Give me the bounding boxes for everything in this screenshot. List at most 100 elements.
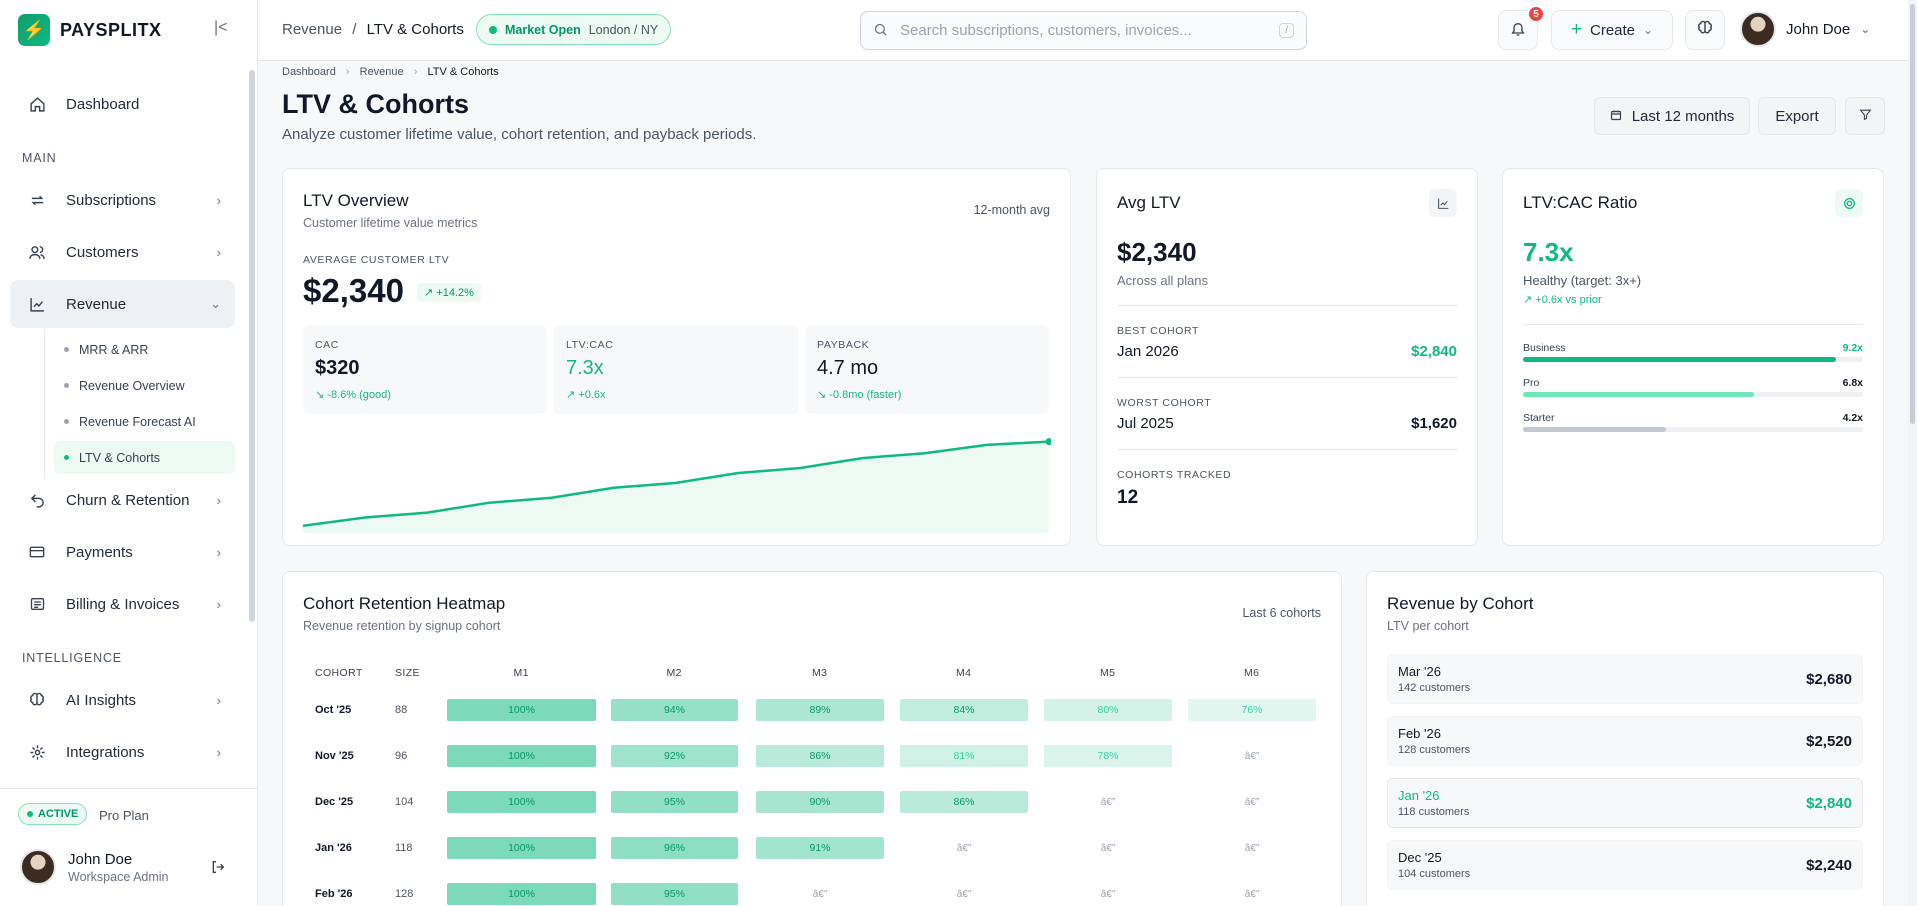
cohort-label: Oct '25 xyxy=(315,704,352,716)
sidebar-item-subscriptions[interactable]: Subscriptions › xyxy=(10,176,235,224)
date-range-button[interactable]: Last 12 months xyxy=(1594,97,1750,135)
revenue-by-cohort-card: Revenue by Cohort LTV per cohort Mar '26… xyxy=(1366,571,1884,906)
sidebar-item-revenue[interactable]: Revenue ⌄ xyxy=(10,280,235,328)
cohort-customers: 128 customers xyxy=(1398,744,1471,756)
sidebar-item-billing[interactable]: Billing & Invoices › xyxy=(10,580,235,628)
user-name: John Doe xyxy=(68,850,133,868)
subnav-ltv-cohorts[interactable]: LTV & Cohorts xyxy=(54,441,235,474)
trend-down-icon: ↘ xyxy=(315,389,325,401)
notifications-button[interactable]: 5 xyxy=(1498,5,1545,50)
col-month: M4 xyxy=(956,667,972,679)
card-title: LTV:CAC Ratio xyxy=(1523,193,1638,212)
sidebar-item-churn[interactable]: Churn & Retention › xyxy=(10,476,235,524)
cohorts-tracked-value: 12 xyxy=(1117,487,1139,508)
scroll-thumb[interactable] xyxy=(1910,4,1915,424)
chevron-right-icon: › xyxy=(216,744,221,760)
cohort-customers: 104 customers xyxy=(1398,868,1471,880)
sidebar-item-payments[interactable]: Payments › xyxy=(10,528,235,576)
sidebar-item-ai-insights[interactable]: AI Insights › xyxy=(10,676,235,724)
subnav-revenue-forecast[interactable]: Revenue Forecast AI xyxy=(54,405,235,438)
credit-card-icon xyxy=(28,543,46,561)
filter-button[interactable] xyxy=(1845,97,1885,135)
chart-icon xyxy=(1429,189,1457,217)
logout-icon[interactable] xyxy=(210,859,226,879)
heatmap-cell: 76% xyxy=(1188,699,1316,721)
plan-status-text: ACTIVE xyxy=(38,808,79,820)
cohort-size: 118 xyxy=(395,842,413,854)
subnav-revenue-overview[interactable]: Revenue Overview xyxy=(54,369,235,402)
sidebar-item-label: Dashboard xyxy=(66,95,140,113)
cohort-revenue-row[interactable]: Jan '26 118 customers $2,840 xyxy=(1387,778,1863,828)
ltv-overview-card: LTV Overview Customer lifetime value met… xyxy=(282,168,1071,546)
logo[interactable]: ⚡ PAYSPLITX xyxy=(18,14,162,46)
col-month: M6 xyxy=(1244,667,1260,679)
crumb-current: LTV & Cohorts xyxy=(366,21,464,38)
heatmap-empty-cell: â€” xyxy=(1244,750,1260,762)
breadcrumb-current: LTV & Cohorts xyxy=(427,66,499,78)
export-button[interactable]: Export xyxy=(1758,97,1836,135)
sidebar-item-label: Revenue xyxy=(66,295,127,313)
sidebar-item-dashboard[interactable]: Dashboard xyxy=(10,80,235,128)
bullet xyxy=(64,383,69,388)
sidebar-item-integrations[interactable]: Integrations › xyxy=(10,728,235,776)
sidebar-user[interactable]: John Doe Workspace Admin xyxy=(20,849,169,885)
ai-assistant-button[interactable] xyxy=(1685,10,1725,50)
col-month: M5 xyxy=(1100,667,1116,679)
plan-ratio-value: 6.8x xyxy=(1842,377,1863,389)
sidebar-item-label: Billing & Invoices xyxy=(66,595,180,613)
heatmap-empty-cell: â€” xyxy=(956,842,972,854)
subnav-label: LTV & Cohorts xyxy=(79,450,161,465)
heatmap-empty-cell: â€” xyxy=(1244,888,1260,900)
subnav-label: Revenue Overview xyxy=(79,378,185,393)
breadcrumb-item[interactable]: Revenue xyxy=(360,66,404,78)
cohort-revenue-row[interactable]: Dec '25 104 customers $2,240 xyxy=(1387,840,1863,890)
ltv-trend-chart xyxy=(303,438,1051,533)
plan-bar-track xyxy=(1523,427,1863,432)
cohort-label: Jan '26 xyxy=(315,842,352,854)
col-month: M1 xyxy=(513,667,529,679)
heatmap-cell: 96% xyxy=(611,837,738,859)
sidebar-item-customers[interactable]: Customers › xyxy=(10,228,235,276)
heatmap-cell: 78% xyxy=(1044,745,1172,767)
bell-icon xyxy=(1510,21,1526,40)
ratio-note: Healthy (target: 3x+) xyxy=(1523,273,1642,288)
cohort-revenue-row[interactable]: Mar '26 142 customers $2,680 xyxy=(1387,654,1863,704)
crumb-parent[interactable]: Revenue xyxy=(282,21,342,38)
heatmap-cell: 95% xyxy=(611,883,738,905)
breadcrumb-item[interactable]: Dashboard xyxy=(282,66,336,78)
plan-status-badge: ACTIVE xyxy=(18,803,88,825)
collapse-sidebar-icon[interactable]: |< xyxy=(214,19,228,37)
worst-cohort-name: Jul 2025 xyxy=(1117,415,1174,432)
search-icon xyxy=(873,22,888,40)
sidebar-scrollbar[interactable] xyxy=(249,70,255,622)
heatmap-empty-cell: â€” xyxy=(1100,888,1116,900)
avg-ltv-note: Across all plans xyxy=(1117,273,1209,288)
avg-ltv-card: Avg LTV $2,340 Across all plans BEST COH… xyxy=(1096,168,1478,546)
cohort-name: Dec '25 xyxy=(1398,850,1442,865)
card-title: LTV Overview xyxy=(303,191,409,210)
plug-icon xyxy=(28,743,46,761)
search-input[interactable]: Search subscriptions, customers, invoice… xyxy=(900,22,1267,39)
trend-up-icon: ↗ xyxy=(424,287,434,299)
create-button[interactable]: + Create ⌄ xyxy=(1551,10,1673,50)
search-box[interactable]: Search subscriptions, customers, invoice… xyxy=(860,11,1307,50)
heatmap-cell: 91% xyxy=(756,837,884,859)
heatmap-cell: 86% xyxy=(900,791,1028,813)
divider xyxy=(1117,377,1457,378)
card-title: Revenue by Cohort xyxy=(1387,594,1534,613)
user-menu[interactable]: John Doe ⌄ xyxy=(1740,11,1870,47)
cohort-label: Feb '26 xyxy=(315,888,353,900)
heatmap-cell: 100% xyxy=(447,699,596,721)
metric-change: ↘ -8.6% (good) xyxy=(315,388,535,401)
heatmap-empty-cell: â€” xyxy=(1100,796,1116,808)
plan-bar-fill xyxy=(1523,392,1755,397)
page-scrollbar[interactable] xyxy=(1908,0,1917,906)
chevron-down-icon: ⌄ xyxy=(1860,22,1871,36)
cohort-label: Dec '25 xyxy=(315,796,354,808)
col-size: SIZE xyxy=(395,667,420,679)
subnav-mrr-arr[interactable]: MRR & ARR xyxy=(54,333,235,366)
market-status-badge: Market Open London / NY xyxy=(476,14,672,45)
cohort-revenue-row[interactable]: Feb '26 128 customers $2,520 xyxy=(1387,716,1863,766)
card-subtitle: Revenue retention by signup cohort xyxy=(303,619,501,633)
ratio-change-text: +0.6x vs prior xyxy=(1535,294,1602,306)
